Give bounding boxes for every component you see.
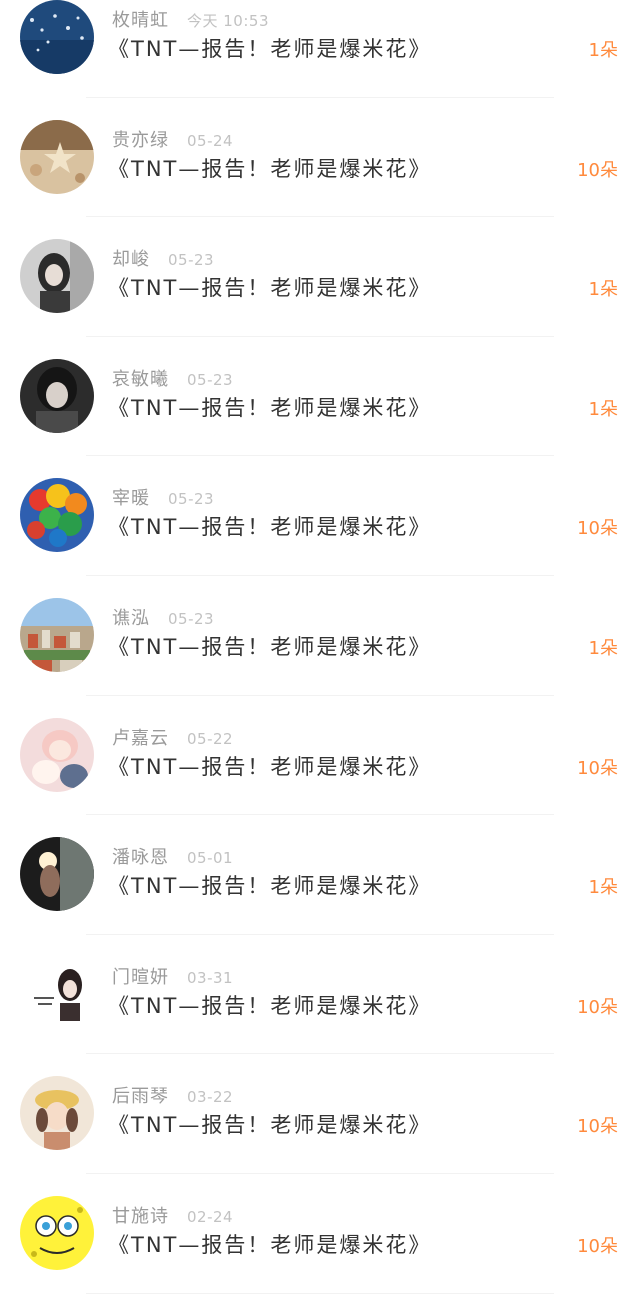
item-meta: 潘咏恩 05-01 [112,843,234,868]
timestamp: 02-24 [187,1207,234,1226]
flower-count: 1朵 [588,877,618,899]
user-name[interactable]: 宰暖 [112,488,150,509]
avatar[interactable] [20,239,94,314]
girl-avatar-image [20,239,94,314]
avatar[interactable] [20,358,94,433]
flower-count: 10朵 [577,1116,618,1138]
timestamp: 今天 10:53 [187,12,269,30]
avatar[interactable] [20,837,94,912]
list-item[interactable]: 后雨琴 03-22 《TNT—报告！老师是爆米花》 10朵 [0,1054,640,1174]
item-meta: 宰暖 05-23 [112,484,215,509]
list-item[interactable]: 枚晴虹 今天 10:53 《TNT—报告！老师是爆米花》 1朵 [0,0,640,98]
item-meta: 卢嘉云 05-22 [112,724,234,749]
dark-anime-avatar-image [20,358,94,433]
item-meta: 门暄妍 03-31 [112,963,234,988]
book-title[interactable]: 《TNT—报告！老师是爆米花》 [108,511,431,541]
flower-count: 10朵 [577,757,618,779]
user-name[interactable]: 后雨琴 [112,1086,169,1107]
timestamp: 05-24 [187,131,234,150]
flower-count: 1朵 [588,40,618,61]
list-item[interactable]: 潘咏恩 05-01 《TNT—报告！老师是爆米花》 1朵 [0,815,640,935]
gift-record-list: 枚晴虹 今天 10:53 《TNT—报告！老师是爆米花》 1朵 贵亦绿 05-24 … [0,0,640,1294]
balloons-avatar-image [20,478,94,553]
night-sky-avatar-image [20,0,94,74]
item-meta: 甘施诗 02-24 [112,1202,234,1227]
pink-anime-avatar-image [20,717,94,792]
book-title[interactable]: 《TNT—报告！老师是爆米花》 [108,33,431,63]
item-meta: 贵亦绿 05-24 [112,126,234,151]
book-title[interactable]: 《TNT—报告！老师是爆米花》 [108,990,431,1020]
user-name[interactable]: 甘施诗 [112,1206,169,1227]
list-item[interactable]: 门暄妍 03-31 《TNT—报告！老师是爆米花》 10朵 [0,935,640,1055]
girl-sketch-avatar-image [20,956,94,1031]
list-item[interactable]: 哀敏曦 05-23 《TNT—报告！老师是爆米花》 1朵 [0,337,640,457]
flower-count: 1朵 [588,398,618,420]
list-item[interactable]: 贵亦绿 05-24 《TNT—报告！老师是爆米花》 10朵 [0,98,640,218]
item-meta: 哀敏曦 05-23 [112,365,234,390]
avatar[interactable] [20,0,94,74]
item-meta: 却峻 05-23 [112,245,215,270]
list-item[interactable]: 宰暖 05-23 《TNT—报告！老师是爆米花》 10朵 [0,456,640,576]
spongebob-avatar-image [20,1195,94,1270]
user-name[interactable]: 门暄妍 [112,967,169,988]
timestamp: 05-23 [187,370,234,389]
user-name[interactable]: 哀敏曦 [112,369,169,390]
user-name[interactable]: 却峻 [112,249,150,270]
user-name[interactable]: 贵亦绿 [112,130,169,151]
list-item[interactable]: 却峻 05-23 《TNT—报告！老师是爆米花》 1朵 [0,217,640,337]
flower-count: 10朵 [577,1235,618,1257]
flower-count: 1朵 [588,637,618,659]
book-title[interactable]: 《TNT—报告！老师是爆米花》 [108,1109,431,1139]
avatar[interactable] [20,478,94,553]
book-title[interactable]: 《TNT—报告！老师是爆米花》 [108,392,431,422]
list-item[interactable]: 谯泓 05-23 《TNT—报告！老师是爆米花》 1朵 [0,576,640,696]
list-item[interactable]: 甘施诗 02-24 《TNT—报告！老师是爆米花》 10朵 [0,1174,640,1294]
item-meta: 后雨琴 03-22 [112,1082,234,1107]
hand-light-avatar-image [20,837,94,912]
avatar[interactable] [20,1076,94,1151]
avatar[interactable] [20,597,94,672]
flower-count: 1朵 [588,279,618,301]
user-name[interactable]: 潘咏恩 [112,847,169,868]
user-name[interactable]: 枚晴虹 [112,10,169,31]
timestamp: 03-22 [187,1088,234,1107]
book-title[interactable]: 《TNT—报告！老师是爆米花》 [108,631,431,661]
starfish-avatar-image [20,119,94,194]
list-item[interactable]: 卢嘉云 05-22 《TNT—报告！老师是爆米花》 10朵 [0,696,640,816]
flower-count: 10朵 [577,518,618,540]
timestamp: 05-01 [187,849,234,868]
avatar[interactable] [20,1195,94,1270]
timestamp: 05-23 [168,609,215,628]
flower-count: 10朵 [577,159,618,181]
timestamp: 05-23 [168,251,215,270]
avatar[interactable] [20,956,94,1031]
book-title[interactable]: 《TNT—报告！老师是爆米花》 [108,751,431,781]
book-title[interactable]: 《TNT—报告！老师是爆米花》 [108,153,431,183]
book-title[interactable]: 《TNT—报告！老师是爆米花》 [108,870,431,900]
avatar[interactable] [20,717,94,792]
avatar[interactable] [20,119,94,194]
timestamp: 05-22 [187,729,234,748]
divider [86,1292,554,1294]
book-title[interactable]: 《TNT—报告！老师是爆米花》 [108,272,431,302]
item-meta: 枚晴虹 今天 10:53 [112,6,269,31]
timestamp: 03-31 [187,968,234,987]
user-name[interactable]: 谯泓 [112,608,150,629]
item-meta: 谯泓 05-23 [112,604,215,629]
book-title[interactable]: 《TNT—报告！老师是爆米花》 [108,1229,431,1259]
hat-girl-avatar-image [20,1076,94,1151]
user-name[interactable]: 卢嘉云 [112,728,169,749]
city-avatar-image [20,597,94,672]
flower-count: 10朵 [577,996,618,1018]
timestamp: 05-23 [168,490,215,509]
